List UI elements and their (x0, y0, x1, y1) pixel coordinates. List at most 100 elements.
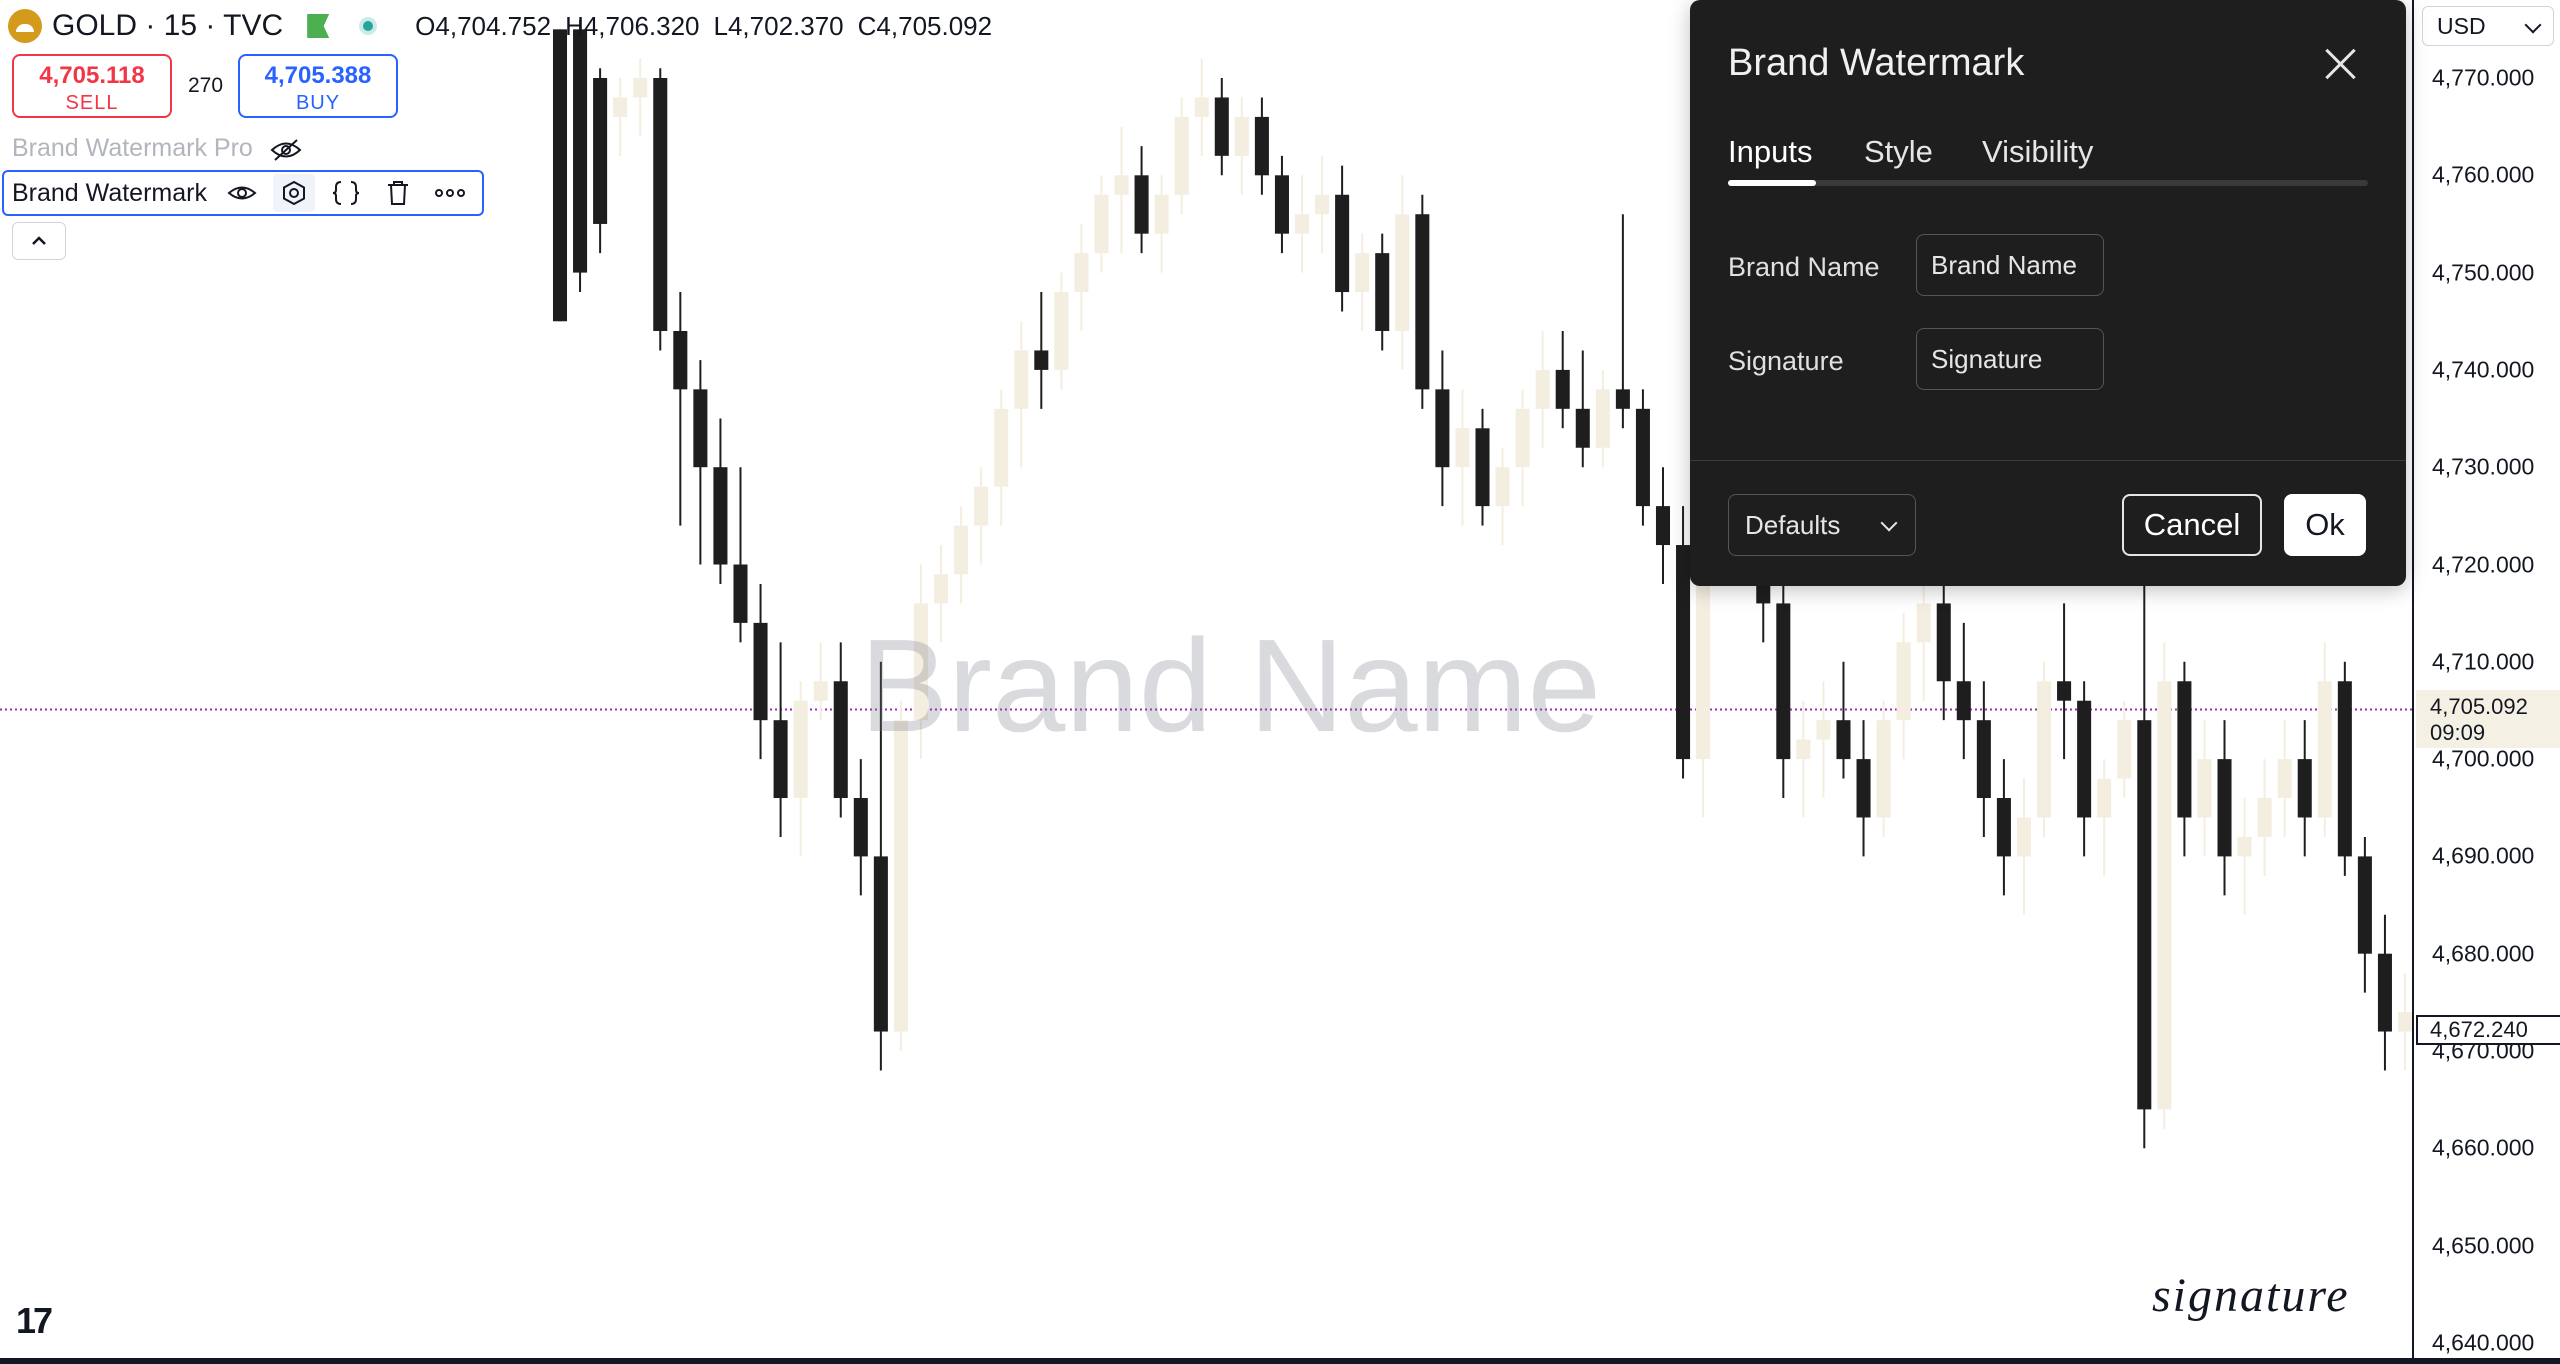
candle (2297, 720, 2312, 857)
candle (1816, 681, 1831, 799)
candle (1876, 700, 1891, 837)
candle (1034, 292, 1049, 409)
close-icon[interactable] (2320, 44, 2360, 84)
candle (673, 292, 688, 526)
candle (2197, 720, 2212, 857)
tradingview-app: Brand Name signature 17 GOLD · 15 · TVC … (0, 0, 2560, 1364)
candle (573, 19, 588, 293)
candle (1495, 447, 1510, 546)
candle (1475, 408, 1490, 526)
candle (1796, 700, 1811, 818)
brand-name-input[interactable] (1916, 234, 2104, 296)
settings-icon[interactable] (272, 174, 315, 212)
tab-inputs[interactable]: Inputs (1728, 134, 1812, 170)
candle (2317, 642, 2332, 837)
chevron-up-icon (32, 236, 46, 245)
candle (1014, 321, 1029, 468)
candle (833, 642, 848, 818)
spread-value: 270 (188, 74, 224, 97)
candle (2057, 603, 2072, 760)
price-tick-label: 4,710.000 (2432, 648, 2535, 675)
candle (793, 681, 808, 857)
candle (974, 467, 989, 565)
candle (1094, 175, 1109, 273)
candle (2237, 798, 2252, 915)
price-tick-label: 4,740.000 (2432, 356, 2535, 383)
chevron-down-icon (1880, 514, 1898, 532)
price-tick-label: 4,700.000 (2432, 745, 2535, 772)
trash-icon[interactable] (377, 174, 419, 212)
tab-visibility[interactable]: Visibility (1982, 134, 2093, 170)
chevron-down-icon (2524, 16, 2542, 34)
gold-coin-icon (8, 9, 42, 43)
eye-icon[interactable] (221, 174, 263, 212)
market-status-icon[interactable] (359, 17, 378, 35)
ok-button[interactable]: Ok (2284, 494, 2366, 556)
candle (1956, 622, 1971, 760)
candle (633, 58, 648, 137)
candle (613, 78, 628, 156)
indicator-active-name[interactable]: Brand Watermark (12, 179, 207, 208)
indicator-legend-pro[interactable]: Brand Watermark Pro (12, 134, 303, 163)
ohlc-low: L4,702.370 (713, 10, 844, 41)
signature-input[interactable] (1916, 328, 2104, 390)
buy-label: BUY (295, 92, 341, 114)
time-axis-border (0, 1358, 2560, 1364)
candle (1114, 126, 1129, 254)
candle (1856, 720, 1871, 857)
source-code-icon[interactable] (325, 174, 367, 212)
candle (1234, 97, 1249, 195)
last-price-value: 4,705.092 (2430, 694, 2528, 719)
candle (2377, 914, 2392, 1071)
candle (753, 583, 768, 760)
defaults-dropdown[interactable]: Defaults (1728, 494, 1916, 556)
candle (853, 759, 868, 896)
eye-off-icon[interactable] (269, 137, 303, 161)
sell-button[interactable]: 4,705.118 SELL (12, 54, 172, 118)
price-tick-label: 4,770.000 (2432, 64, 2535, 91)
price-tick-label: 4,640.000 (2432, 1329, 2535, 1356)
candle (1375, 233, 1390, 351)
flag-icon[interactable] (307, 14, 330, 38)
price-axis[interactable]: USD 4,770.000 4,760.000 4,750.000 4,740.000… (2412, 0, 2560, 1358)
candle (1615, 214, 1630, 429)
candle (1896, 613, 1911, 760)
candle (1415, 194, 1430, 409)
candle (1315, 155, 1330, 254)
buy-button[interactable]: 4,705.388 BUY (238, 54, 398, 118)
symbol-title[interactable]: GOLD · 15 · TVC (52, 9, 283, 43)
currency-select[interactable]: USD (2422, 6, 2554, 46)
indicator-pro-name[interactable]: Brand Watermark Pro (12, 134, 253, 163)
candle (2337, 661, 2352, 876)
settings-dialog: Brand Watermark Inputs Style Visibility … (1690, 0, 2406, 586)
candle (1134, 146, 1149, 254)
tab-style[interactable]: Style (1864, 134, 1933, 170)
symbol-legend: GOLD · 15 · TVC O4,704.752 H4,706.320 L4… (8, 6, 992, 46)
defaults-label: Defaults (1745, 509, 1841, 540)
price-tick-label: 4,730.000 (2432, 453, 2535, 480)
candle (1635, 389, 1650, 526)
tradingview-logo[interactable]: 17 (16, 1300, 53, 1342)
ohlc-high: H4,706.320 (565, 10, 700, 41)
dialog-divider (1690, 460, 2406, 461)
candle (813, 642, 828, 721)
candle (1395, 175, 1410, 370)
tab-track (1728, 180, 2368, 186)
candle (2037, 661, 2052, 837)
candle (1455, 389, 1470, 526)
indicator-legend-active[interactable]: Brand Watermark (2, 170, 484, 216)
candle (2357, 836, 2372, 993)
collapse-legend-button[interactable] (12, 222, 66, 260)
candle (1174, 97, 1189, 215)
brand-name-label: Brand Name (1728, 252, 1880, 282)
price-tick-label: 4,660.000 (2432, 1134, 2535, 1161)
more-options-icon[interactable] (429, 174, 471, 212)
cancel-button[interactable]: Cancel (2122, 494, 2262, 556)
candle (2277, 720, 2292, 837)
candle (2097, 759, 2112, 876)
currency-value: USD (2437, 12, 2486, 39)
last-price-label: 4,705.092 09:09 (2416, 690, 2560, 748)
candle (1355, 233, 1370, 331)
candle (2077, 681, 2092, 857)
candle (1194, 58, 1209, 156)
